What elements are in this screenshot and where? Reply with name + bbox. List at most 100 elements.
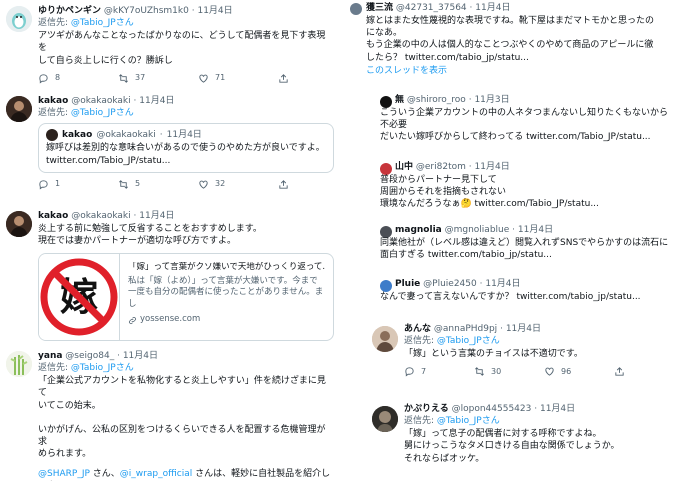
display-name[interactable]: Pluie <box>395 279 420 289</box>
retweet-count: 5 <box>135 178 141 188</box>
user-handle[interactable]: @okakaokaki <box>71 96 130 106</box>
avatar[interactable] <box>372 406 398 432</box>
user-handle[interactable]: @shiroro_roo <box>407 95 466 105</box>
retweet-button[interactable]: 37 <box>118 73 170 84</box>
tweet-date[interactable]: 11月4日 <box>197 6 232 16</box>
tweet-text: 「企業公式アカウントを私物化すると炎上しやすい」件を続けざまに見て いてこの始末… <box>38 376 326 460</box>
tweet[interactable]: 無 @shiroro_roo · 11月3日 こういう企業アカウントの中の人ネタ… <box>346 92 680 158</box>
reply-count: 1 <box>55 178 61 188</box>
user-handle[interactable]: @lopon44555423 <box>452 404 532 414</box>
user-handle[interactable]: @42731_37564 <box>396 3 467 13</box>
tweet-actions: 7 30 96 <box>404 366 674 377</box>
user-handle[interactable]: @seigo84_ <box>65 351 114 361</box>
user-handle[interactable]: @kKY7oUZhsm1k0 <box>104 6 189 16</box>
user-handle[interactable]: @eri82tom <box>416 162 466 172</box>
user-handle[interactable]: @annaPHd9pj <box>434 324 497 334</box>
tweet[interactable]: Pluie @Pluie2450 · 11月4日 なんで妻って言えないんですか？… <box>346 276 680 316</box>
mention-link[interactable]: @SHARP_JP <box>38 469 90 479</box>
separator-dot: · <box>191 6 195 16</box>
right-reply-column: 獲三流 @42731_37564 · 11月4日 嫁とはまた女性蔑視的な表現です… <box>346 0 680 481</box>
tweet-date[interactable]: 11月4日 <box>506 324 541 334</box>
separator-dot: · <box>117 351 120 361</box>
avatar[interactable] <box>6 351 32 377</box>
display-name[interactable]: あんな <box>404 324 431 334</box>
mention-link[interactable]: @i_wrap_official <box>120 469 192 479</box>
tweet-date[interactable]: 11月4日 <box>475 3 510 13</box>
tweet-date[interactable]: 11月4日 <box>485 279 520 289</box>
display-name[interactable]: 山中 <box>395 162 413 172</box>
show-thread-link[interactable]: このスレッドを表示 <box>366 65 674 77</box>
reply-button[interactable]: 8 <box>38 73 90 84</box>
quoted-avatar <box>46 129 58 142</box>
tweet-text: 同業他社が（レベル感は違えど）閲覧入れずSNSでやらかすのは流石に 面白すぎる … <box>380 238 669 261</box>
retweet-button[interactable]: 30 <box>474 366 526 377</box>
display-name[interactable]: magnolia <box>395 225 442 235</box>
card-image: 嫁 <box>39 254 120 341</box>
display-name[interactable]: kakao <box>38 211 68 221</box>
quoted-text: 嫁呼びは差別的な意味合いがあるので使うのやめた方が良いですよ。 twitter.… <box>46 143 325 166</box>
tweet-date[interactable]: 11月3日 <box>474 95 509 105</box>
tweet[interactable]: 獲三流 @42731_37564 · 11月4日 嫁とはまた女性蔑視的な表現です… <box>346 0 680 86</box>
tweet-date[interactable]: 11月4日 <box>518 225 553 235</box>
reply-button[interactable]: 7 <box>404 366 456 377</box>
tweet[interactable]: kakao @okakaokaki · 11月4日 返信先: @Tabio_JP… <box>0 90 340 205</box>
reply-count: 8 <box>55 72 61 82</box>
link-card[interactable]: 嫁 「嫁」って言葉がクソ嫌いで天地がひっくり返って... 私は「嫁（よめ）」って… <box>38 253 334 342</box>
tweet-text: 普段からパートナー見下して 周囲からそれを指摘もされない 環境なんだろうなぁ🤔 … <box>380 175 599 210</box>
reply-button[interactable]: 1 <box>38 179 90 190</box>
reply-icon <box>405 367 414 377</box>
tweet[interactable]: あんな @annaPHd9pj · 11月4日 返信先: @Tabio_JPさん… <box>346 320 680 398</box>
separator-dot: · <box>479 279 483 289</box>
reply-mention[interactable]: @Tabio_JPさん <box>71 363 134 373</box>
tweet[interactable]: かぷりえる @lopon44555423 · 11月4日 返信先: @Tabio… <box>346 400 680 481</box>
retweet-button[interactable]: 5 <box>118 179 170 190</box>
avatar[interactable] <box>350 3 362 15</box>
separator-dot: · <box>133 211 137 221</box>
retweet-count: 30 <box>491 366 502 376</box>
tweet-date[interactable]: 11月4日 <box>475 162 510 172</box>
like-count: 71 <box>215 72 226 82</box>
display-name[interactable]: ゆりかペンギン <box>38 6 101 16</box>
tweet-date[interactable]: 11月4日 <box>540 404 575 414</box>
share-button[interactable] <box>278 73 289 84</box>
like-button[interactable]: 96 <box>544 366 596 377</box>
user-handle[interactable]: @Pluie2450 <box>423 279 477 289</box>
tweet-date[interactable]: 11月4日 <box>123 351 158 361</box>
tweet[interactable]: ゆりかペンギン @kKY7oUZhsm1k0 · 11月4日 返信先: @Tab… <box>0 0 340 85</box>
reply-mention[interactable]: @Tabio_JPさん <box>71 18 134 28</box>
display-name[interactable]: 獲三流 <box>366 3 393 13</box>
user-handle[interactable]: @okakaokaki <box>71 211 130 221</box>
avatar[interactable] <box>6 6 32 32</box>
display-name[interactable]: 無 <box>395 95 404 105</box>
tweet-date[interactable]: 11月4日 <box>139 96 174 106</box>
link-icon <box>129 316 136 324</box>
tweet-text: アツギがあんなことなったばかりなのに、どうして配偶者を見下す表現を して自ら炎上… <box>38 31 326 66</box>
reply-count: 7 <box>421 366 427 376</box>
reply-mention[interactable]: @Tabio_JPさん <box>437 416 500 426</box>
reply-mention[interactable]: @Tabio_JPさん <box>437 336 500 346</box>
display-name[interactable]: かぷりえる <box>404 404 449 414</box>
reply-prefix: 返信先: <box>38 108 71 119</box>
display-name[interactable]: kakao <box>38 96 68 106</box>
quoted-tweet[interactable]: kakao @okakaokaki · 11月4日 嫁呼びは差別的な意味合いがあ… <box>38 123 334 173</box>
like-button[interactable]: 71 <box>198 73 250 84</box>
card-domain: yossense.com <box>140 314 201 325</box>
avatar[interactable] <box>6 211 32 237</box>
avatar[interactable] <box>6 96 32 122</box>
share-button[interactable] <box>614 366 625 377</box>
reply-context: 返信先: @Tabio_JPさん <box>404 415 674 427</box>
tweet-text: 嫁とはまた女性蔑視的な表現ですね。靴下屋はまだマトモかと思ったの になあ。 もう… <box>366 16 655 63</box>
tweet[interactable]: kakao @okakaokaki · 11月4日 炎上する前に勉強して反省する… <box>0 205 340 342</box>
display-name[interactable]: yana <box>38 351 62 361</box>
like-button[interactable]: 32 <box>198 179 250 190</box>
tweet-date[interactable]: 11月4日 <box>139 211 174 221</box>
user-handle[interactable]: @mgnoliablue <box>445 225 510 235</box>
share-button[interactable] <box>278 179 289 190</box>
reply-mention[interactable]: @Tabio_JPさん <box>71 108 134 118</box>
share-icon <box>279 73 288 83</box>
tweet[interactable]: 山中 @eri82tom · 11月4日 普段からパートナー見下して 周囲からそ… <box>346 159 680 221</box>
reply-context: 返信先: @Tabio_JPさん <box>404 335 674 347</box>
tweet[interactable]: yana @seigo84_ · 11月4日 返信先: @Tabio_JPさん … <box>0 345 340 481</box>
avatar[interactable] <box>372 326 398 352</box>
tweet[interactable]: magnolia @mgnoliablue · 11月4日 同業他社が（レベル感… <box>346 222 680 270</box>
